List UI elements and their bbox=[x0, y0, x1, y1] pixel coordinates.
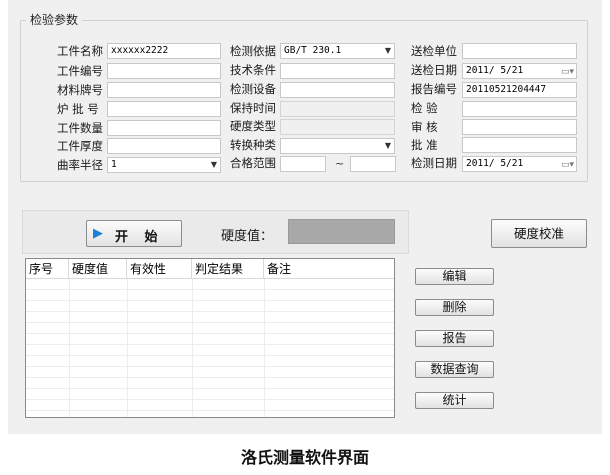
label-conversion: 转换种类 bbox=[230, 138, 276, 152]
range-separator: ~ bbox=[335, 157, 345, 170]
calibrate-button[interactable]: 硬度校准 bbox=[491, 219, 587, 248]
reviewer-field[interactable] bbox=[462, 119, 577, 135]
tech-condition-field[interactable] bbox=[280, 63, 395, 79]
label-thickness: 工件厚度 bbox=[57, 139, 103, 153]
label-report-no: 报告编号 bbox=[411, 82, 457, 96]
statistics-button[interactable]: 统计 bbox=[415, 392, 494, 409]
column-header-result[interactable]: 判定结果 bbox=[192, 259, 264, 279]
label-approver: 批 准 bbox=[411, 138, 438, 152]
standard-select[interactable]: GB/T 230.1 ▼ bbox=[280, 43, 395, 59]
approver-field[interactable] bbox=[462, 137, 577, 153]
delete-button[interactable]: 删除 bbox=[415, 299, 494, 316]
test-date-picker[interactable]: 2011/ 5/21 ▭▾ bbox=[462, 156, 577, 172]
range-min-field[interactable] bbox=[280, 156, 326, 172]
start-button[interactable]: ▶ 开 始 bbox=[86, 220, 182, 247]
column-header-validity[interactable]: 有效性 bbox=[127, 259, 192, 279]
label-inspector: 检 验 bbox=[411, 101, 438, 115]
inspector-field[interactable] bbox=[462, 101, 577, 117]
part-no-field[interactable] bbox=[107, 63, 221, 79]
label-part-name: 工件名称 bbox=[57, 44, 103, 58]
label-equipment: 检测设备 bbox=[230, 82, 276, 96]
hardness-value-display bbox=[288, 219, 395, 244]
data-query-button[interactable]: 数据查询 bbox=[415, 361, 494, 378]
chevron-down-icon[interactable]: ▼ bbox=[211, 158, 217, 172]
batch-field[interactable] bbox=[107, 101, 221, 117]
table-row[interactable] bbox=[26, 301, 394, 312]
table-header: 序号 硬度值 有效性 判定结果 备注 bbox=[26, 259, 394, 279]
report-no-field[interactable]: 20110521204447 bbox=[462, 82, 577, 98]
column-header-remark[interactable]: 备注 bbox=[264, 259, 394, 279]
label-client: 送检单位 bbox=[411, 44, 457, 58]
chevron-down-icon[interactable]: ▼ bbox=[385, 44, 391, 58]
standard-value: GB/T 230.1 bbox=[284, 45, 342, 56]
edit-button[interactable]: 编辑 bbox=[415, 268, 494, 285]
client-field[interactable] bbox=[462, 43, 577, 59]
label-radius: 曲率半径 bbox=[57, 158, 103, 172]
radius-value: 1 bbox=[111, 159, 117, 170]
label-standard: 检测依据 bbox=[230, 44, 276, 58]
table-row[interactable] bbox=[26, 389, 394, 400]
chevron-down-icon[interactable]: ▼ bbox=[385, 139, 391, 153]
label-tech-condition: 技术条件 bbox=[230, 63, 276, 77]
test-date-value: 2011/ 5/21 bbox=[466, 158, 524, 169]
play-icon: ▶ bbox=[93, 226, 103, 241]
table-row[interactable] bbox=[26, 279, 394, 290]
quantity-field[interactable] bbox=[107, 120, 221, 136]
part-name-field[interactable]: xxxxxx2222 bbox=[107, 43, 221, 59]
calendar-icon[interactable]: ▭▾ bbox=[561, 158, 574, 171]
table-row[interactable] bbox=[26, 290, 394, 301]
hold-time-field bbox=[280, 101, 395, 117]
calendar-icon[interactable]: ▭▾ bbox=[561, 65, 574, 78]
table-row[interactable] bbox=[26, 334, 394, 345]
label-batch: 炉 批 号 bbox=[57, 102, 99, 116]
range-max-field[interactable] bbox=[350, 156, 396, 172]
column-header-hardness[interactable]: 硬度值 bbox=[69, 259, 127, 279]
submit-date-picker[interactable]: 2011/ 5/21 ▭▾ bbox=[462, 63, 577, 79]
table-row[interactable] bbox=[26, 312, 394, 323]
report-button[interactable]: 报告 bbox=[415, 330, 494, 347]
label-reviewer: 审 核 bbox=[411, 120, 438, 134]
hardness-label: 硬度值： bbox=[221, 229, 274, 244]
material-field[interactable] bbox=[107, 82, 221, 98]
group-title: 检验参数 bbox=[26, 11, 83, 28]
results-table[interactable]: 序号 硬度值 有效性 判定结果 备注 bbox=[25, 258, 395, 418]
table-row[interactable] bbox=[26, 367, 394, 378]
table-row[interactable] bbox=[26, 400, 394, 411]
conversion-select[interactable]: ▼ bbox=[280, 138, 395, 154]
label-submit-date: 送检日期 bbox=[411, 63, 457, 77]
table-row[interactable] bbox=[26, 378, 394, 389]
equipment-field[interactable] bbox=[280, 82, 395, 98]
figure-caption: 洛氏测量软件界面 bbox=[240, 448, 369, 467]
table-row[interactable] bbox=[26, 323, 394, 334]
label-hardness-type: 硬度类型 bbox=[230, 119, 276, 133]
hardness-type-field bbox=[280, 119, 395, 135]
label-test-date: 检测日期 bbox=[411, 156, 457, 170]
column-header-index[interactable]: 序号 bbox=[26, 259, 69, 279]
label-hold-time: 保持时间 bbox=[230, 101, 276, 115]
thickness-field[interactable] bbox=[107, 138, 221, 154]
label-range: 合格范围 bbox=[230, 156, 276, 170]
radius-select[interactable]: 1 ▼ bbox=[107, 157, 221, 173]
start-button-label: 开 始 bbox=[115, 230, 164, 245]
table-row[interactable] bbox=[26, 356, 394, 367]
label-quantity: 工件数量 bbox=[57, 121, 103, 135]
submit-date-value: 2011/ 5/21 bbox=[466, 65, 524, 76]
label-part-no: 工件编号 bbox=[57, 64, 103, 78]
table-row[interactable] bbox=[26, 345, 394, 356]
label-material: 材料牌号 bbox=[57, 83, 103, 97]
